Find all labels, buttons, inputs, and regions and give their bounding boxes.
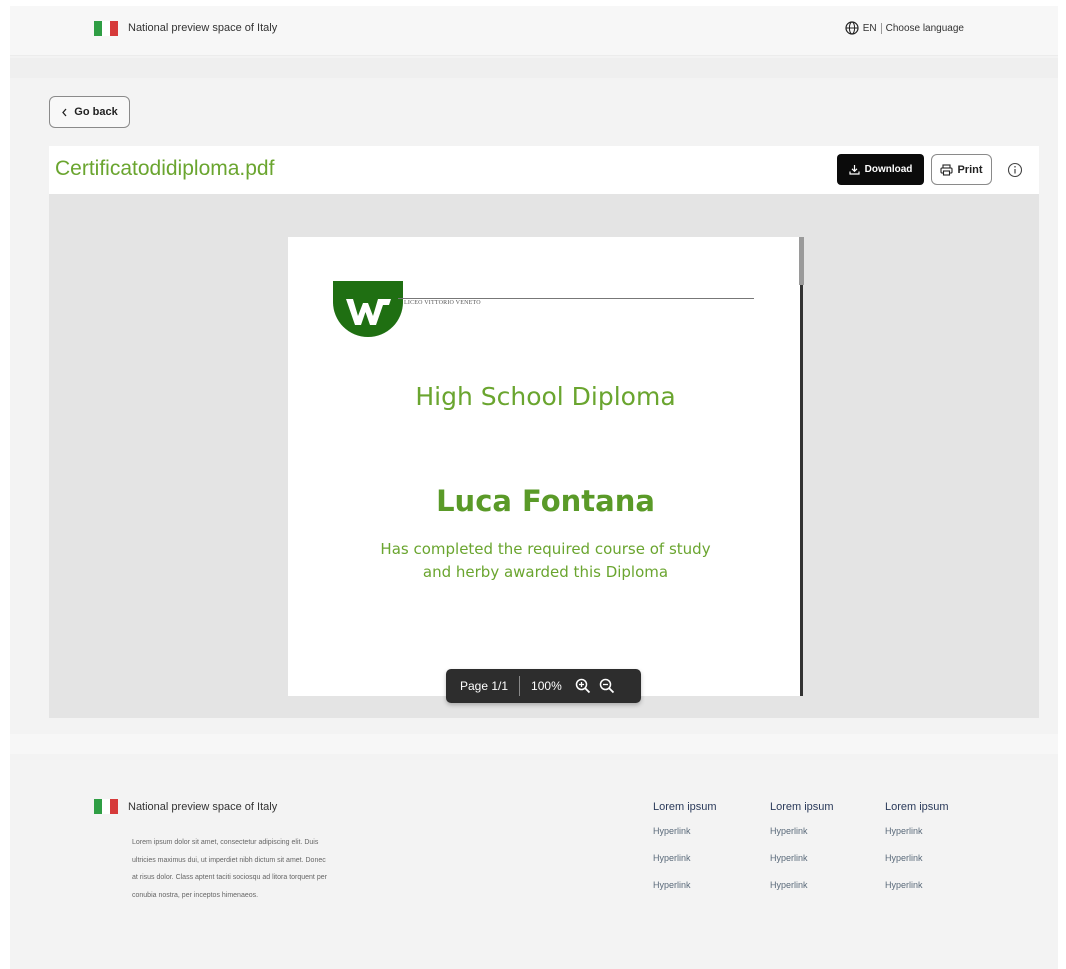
zoom-level: 100% [531, 679, 562, 693]
viewer-toolbar: Certificatodidiploma.pdf Download Print [49, 146, 1039, 194]
footer-column-title: Lorem ipsum [653, 801, 717, 813]
description-line-2: and herby awarded this Diploma [422, 563, 669, 581]
footer-link[interactable]: Hyperlink [653, 850, 763, 877]
go-back-label: Go back [74, 106, 118, 118]
footer-link[interactable]: Hyperlink [653, 877, 763, 904]
zoom-in-icon [575, 678, 590, 694]
letterhead-rule [398, 298, 754, 299]
page-controls: Page 1/1 100% [446, 669, 641, 703]
school-logo-icon [333, 281, 403, 337]
footer-column-title: Lorem ipsum [885, 801, 949, 813]
footer-column-3: Lorem ipsum Hyperlink Hyperlink Hyperlin… [885, 801, 995, 904]
footer-column-title: Lorem ipsum [770, 801, 834, 813]
italy-flag-icon [94, 21, 118, 36]
header-band [10, 58, 1058, 78]
footer-link[interactable]: Hyperlink [885, 823, 995, 850]
footer-description: Lorem ipsum dolor sit amet, consectetur … [132, 839, 327, 899]
download-icon [849, 165, 860, 175]
footer-column-2: Lorem ipsum Hyperlink Hyperlink Hyperlin… [770, 801, 880, 904]
footer-site-name: National preview space of Italy [128, 801, 278, 813]
footer-link[interactable]: Hyperlink [770, 823, 880, 850]
controls-separator [519, 676, 521, 696]
print-button[interactable]: Print [931, 154, 992, 185]
description-line-1: Has completed the required course of stu… [380, 540, 711, 558]
page-indicator: Page 1/1 [460, 679, 509, 693]
footer-link[interactable]: Hyperlink [770, 850, 880, 877]
site-header: National preview space of Italy EN Choos… [10, 6, 1058, 56]
download-label: Download [864, 164, 913, 175]
document-description: Has completed the required course of stu… [288, 538, 803, 584]
zoom-in-button[interactable] [574, 677, 592, 695]
site-footer: National preview space of Italy Lorem ip… [10, 754, 1058, 969]
go-back-button[interactable]: Go back [49, 96, 130, 128]
pdf-viewer: Certificatodidiploma.pdf Download Print [49, 146, 1039, 718]
zoom-out-icon [599, 678, 614, 694]
printer-icon [940, 163, 954, 176]
info-icon[interactable] [1007, 162, 1023, 178]
footer-link[interactable]: Hyperlink [885, 850, 995, 877]
language-code: EN [862, 22, 877, 34]
letterhead-text: LICEO VITTORIO VENETO [404, 300, 481, 306]
footer-band [10, 734, 1058, 754]
document-scrollbar[interactable] [799, 237, 804, 285]
download-button[interactable]: Download [837, 154, 924, 185]
footer-link[interactable]: Hyperlink [653, 823, 763, 850]
recipient-name: Luca Fontana [436, 484, 655, 518]
page-frame: National preview space of Italy EN Choos… [10, 6, 1058, 969]
italy-flag-icon [94, 799, 118, 814]
document-title: High School Diploma [415, 382, 676, 411]
chevron-left-icon [62, 108, 67, 116]
footer-link[interactable]: Hyperlink [770, 877, 880, 904]
globe-icon [845, 21, 859, 35]
language-selector[interactable]: EN Choose language [845, 21, 964, 35]
print-label: Print [957, 163, 983, 176]
choose-language-label: Choose language [885, 22, 964, 34]
footer-link[interactable]: Hyperlink [885, 877, 995, 904]
document-page: LICEO VITTORIO VENETO High School Diplom… [288, 237, 803, 696]
footer-column-1: Lorem ipsum Hyperlink Hyperlink Hyperlin… [653, 801, 763, 904]
file-name: Certificatodidiploma.pdf [55, 157, 275, 180]
language-separator [880, 22, 882, 34]
site-name: National preview space of Italy [128, 22, 278, 34]
zoom-out-button[interactable] [598, 677, 616, 695]
